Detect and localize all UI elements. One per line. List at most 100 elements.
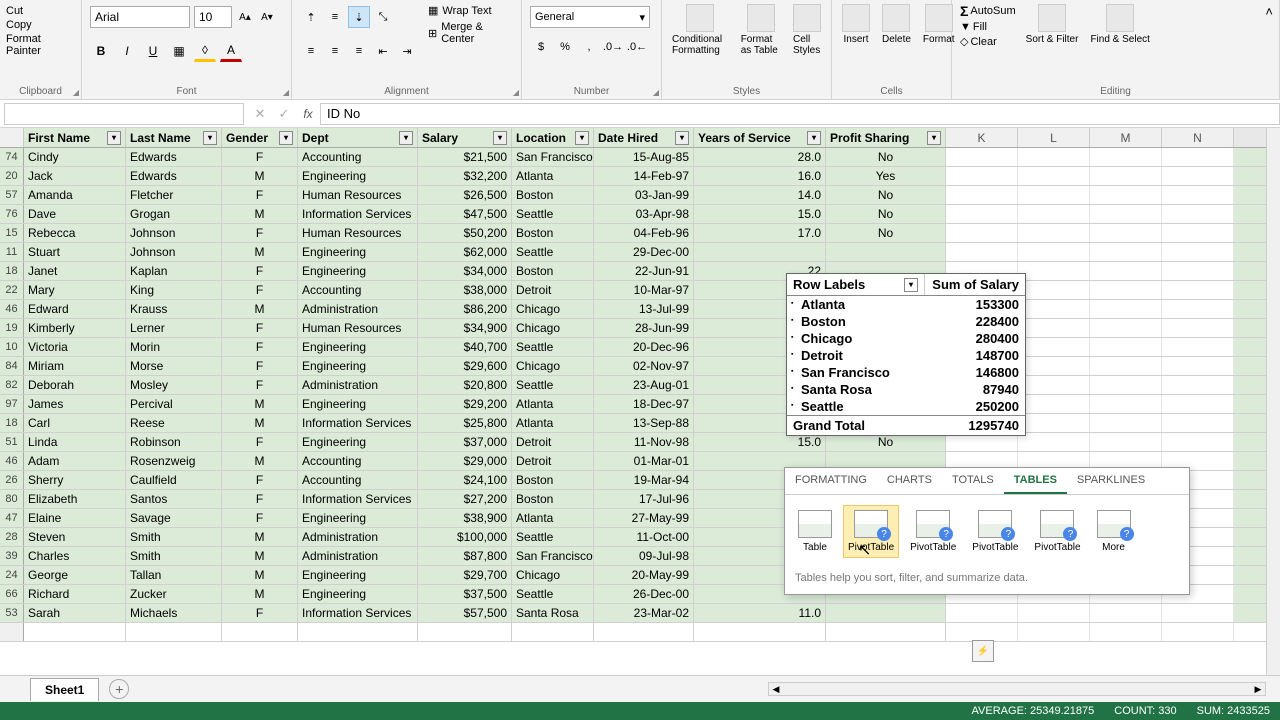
cell[interactable]: Dave	[24, 205, 126, 223]
cell[interactable]: Michaels	[126, 604, 222, 622]
filter-dropdown-icon[interactable]: ▾	[675, 131, 689, 145]
cell[interactable]: Accounting	[298, 281, 418, 299]
cell-empty[interactable]	[1162, 604, 1234, 622]
pivot-row[interactable]: Seattle250200	[787, 398, 1025, 415]
cell[interactable]: F	[222, 357, 298, 375]
cell-empty[interactable]	[1018, 604, 1090, 622]
cell[interactable]: Engineering	[298, 262, 418, 280]
enter-icon[interactable]: ✓	[272, 106, 296, 122]
sheet-tab[interactable]: Sheet1	[30, 678, 99, 701]
cell[interactable]: $87,800	[418, 547, 512, 565]
cell[interactable]: $29,200	[418, 395, 512, 413]
cell-empty[interactable]	[1018, 433, 1090, 451]
quick-analysis-trigger-icon[interactable]: ⚡	[972, 640, 994, 662]
cell[interactable]: Engineering	[298, 167, 418, 185]
cell-empty[interactable]	[1090, 281, 1162, 299]
font-size-combo[interactable]	[194, 6, 232, 28]
cell[interactable]: Elizabeth	[24, 490, 126, 508]
column-header-blank[interactable]: K	[946, 128, 1018, 147]
delete-button[interactable]: Delete	[876, 2, 917, 47]
cell[interactable]: 27-May-99	[594, 509, 694, 527]
cell-empty[interactable]	[1090, 167, 1162, 185]
cell[interactable]: Seattle	[512, 205, 594, 223]
decrease-font-icon[interactable]: A▾	[258, 6, 276, 28]
cell[interactable]: Information Services	[298, 490, 418, 508]
pivot-row[interactable]: Detroit148700	[787, 347, 1025, 364]
cell[interactable]: 14.0	[694, 186, 826, 204]
row-header[interactable]: 22	[0, 281, 24, 299]
cell[interactable]: Kimberly	[24, 319, 126, 337]
cell[interactable]: Chicago	[512, 319, 594, 337]
cell[interactable]: Engineering	[298, 585, 418, 603]
cell[interactable]: F	[222, 224, 298, 242]
cell-empty[interactable]	[1162, 319, 1234, 337]
cell[interactable]: 17.0	[694, 224, 826, 242]
cell[interactable]: F	[222, 509, 298, 527]
cell[interactable]: No	[826, 186, 946, 204]
qa-tab-totals[interactable]: TOTALS	[942, 468, 1004, 494]
cell[interactable]: Stuart	[24, 243, 126, 261]
cell[interactable]: Smith	[126, 528, 222, 546]
decrease-decimal-icon[interactable]: .0←	[626, 36, 648, 58]
border-button[interactable]: ▦	[168, 40, 190, 62]
column-header[interactable]: Location▾	[512, 128, 594, 147]
column-header[interactable]: Years of Service▾	[694, 128, 826, 147]
row-header[interactable]: 10	[0, 338, 24, 356]
row-header[interactable]: 26	[0, 471, 24, 489]
cell-empty[interactable]	[1018, 300, 1090, 318]
percent-icon[interactable]: %	[554, 36, 576, 58]
cell-empty[interactable]	[1162, 243, 1234, 261]
filter-dropdown-icon[interactable]: ▾	[279, 131, 293, 145]
new-sheet-button[interactable]: +	[109, 679, 129, 699]
table-row[interactable]: 10VictoriaMorinFEngineering$40,700Seattl…	[0, 338, 1266, 357]
cell[interactable]: 22-Jun-91	[594, 262, 694, 280]
cell-empty[interactable]	[1018, 205, 1090, 223]
wrap-text-button[interactable]: ▦Wrap Text	[422, 2, 517, 19]
row-header[interactable]: 19	[0, 319, 24, 337]
cell[interactable]: Mosley	[126, 376, 222, 394]
fill-color-button[interactable]: ◊	[194, 40, 216, 62]
cell[interactable]: Seattle	[512, 585, 594, 603]
dialog-launcher-icon[interactable]: ◢	[653, 88, 659, 97]
filter-dropdown-icon[interactable]: ▾	[203, 131, 217, 145]
cell[interactable]: Richard	[24, 585, 126, 603]
cell-empty[interactable]	[1162, 433, 1234, 451]
cell[interactable]: 19-Mar-94	[594, 471, 694, 489]
row-header[interactable]: 82	[0, 376, 24, 394]
row-header[interactable]: 39	[0, 547, 24, 565]
cell[interactable]: F	[222, 186, 298, 204]
vertical-scrollbar[interactable]	[1266, 128, 1280, 675]
cell[interactable]: Engineering	[298, 357, 418, 375]
cell[interactable]: $40,700	[418, 338, 512, 356]
increase-decimal-icon[interactable]: .0→	[602, 36, 624, 58]
cell[interactable]: 10-Mar-97	[594, 281, 694, 299]
cell-empty[interactable]	[1162, 205, 1234, 223]
cell-empty[interactable]	[1162, 414, 1234, 432]
cell[interactable]: Boston	[512, 224, 594, 242]
cell-empty[interactable]	[1090, 338, 1162, 356]
fx-icon[interactable]: fx	[296, 107, 320, 121]
cell[interactable]: M	[222, 205, 298, 223]
cell[interactable]: No	[826, 148, 946, 166]
cell-empty[interactable]	[1018, 338, 1090, 356]
column-header-blank[interactable]: M	[1090, 128, 1162, 147]
cell[interactable]	[694, 243, 826, 261]
cell[interactable]: Seattle	[512, 376, 594, 394]
row-header[interactable]: 20	[0, 167, 24, 185]
cell[interactable]: F	[222, 281, 298, 299]
table-row[interactable]: 84MiriamMorseFEngineering$29,600Chicago0…	[0, 357, 1266, 376]
cell-empty[interactable]	[1018, 357, 1090, 375]
cell[interactable]: James	[24, 395, 126, 413]
column-header[interactable]: Date Hired▾	[594, 128, 694, 147]
cell[interactable]: Information Services	[298, 414, 418, 432]
table-row[interactable]: 11StuartJohnsonMEngineering$62,000Seattl…	[0, 243, 1266, 262]
qa-option-table[interactable]: Table	[793, 505, 837, 558]
cell[interactable]: Information Services	[298, 205, 418, 223]
cell[interactable]	[826, 243, 946, 261]
cell[interactable]: F	[222, 376, 298, 394]
cell-empty[interactable]	[1162, 148, 1234, 166]
cell[interactable]: F	[222, 490, 298, 508]
cell[interactable]: $29,000	[418, 452, 512, 470]
filter-dropdown-icon[interactable]: ▾	[107, 131, 121, 145]
cancel-icon[interactable]: ✕	[248, 106, 272, 122]
